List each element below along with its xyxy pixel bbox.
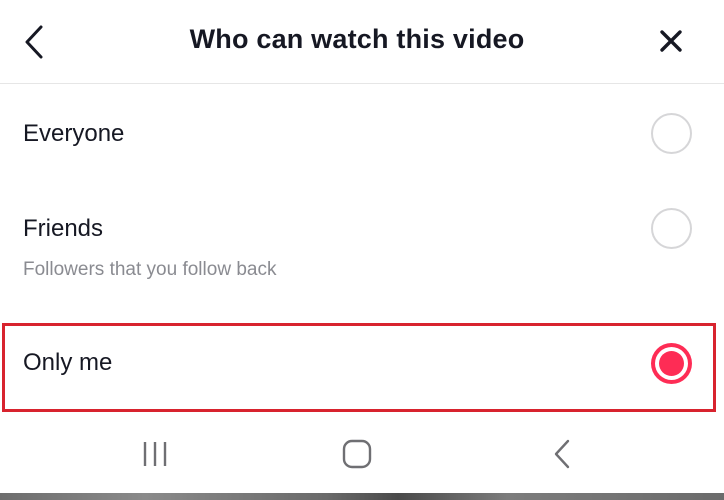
home-icon [342,439,372,469]
option-friends[interactable]: Friends Followers that you follow back [0,181,724,321]
option-everyone[interactable]: Everyone [0,86,724,181]
recent-apps-button[interactable] [130,432,180,476]
option-only-me[interactable]: Only me [0,323,724,412]
option-label: Only me [23,349,113,376]
radio-everyone[interactable] [651,113,692,154]
option-label: Everyone [23,120,125,147]
radio-friends[interactable] [651,208,692,249]
option-label: Friends [23,215,104,242]
android-nav-bar [0,414,724,494]
home-button[interactable] [332,432,382,476]
back-chevron-icon [554,439,570,469]
header: Who can watch this video [0,0,724,84]
page-title: Who can watch this video [189,24,525,54]
close-icon [660,30,682,52]
option-sublabel: Followers that you follow back [23,259,277,280]
privacy-screen: Who can watch this video Everyone Friend… [0,0,724,500]
recent-apps-icon [143,442,167,466]
close-button[interactable] [650,20,692,62]
radio-only-me-selected[interactable] [651,343,692,384]
system-back-button[interactable] [537,432,587,476]
background-content-strip [0,493,724,500]
